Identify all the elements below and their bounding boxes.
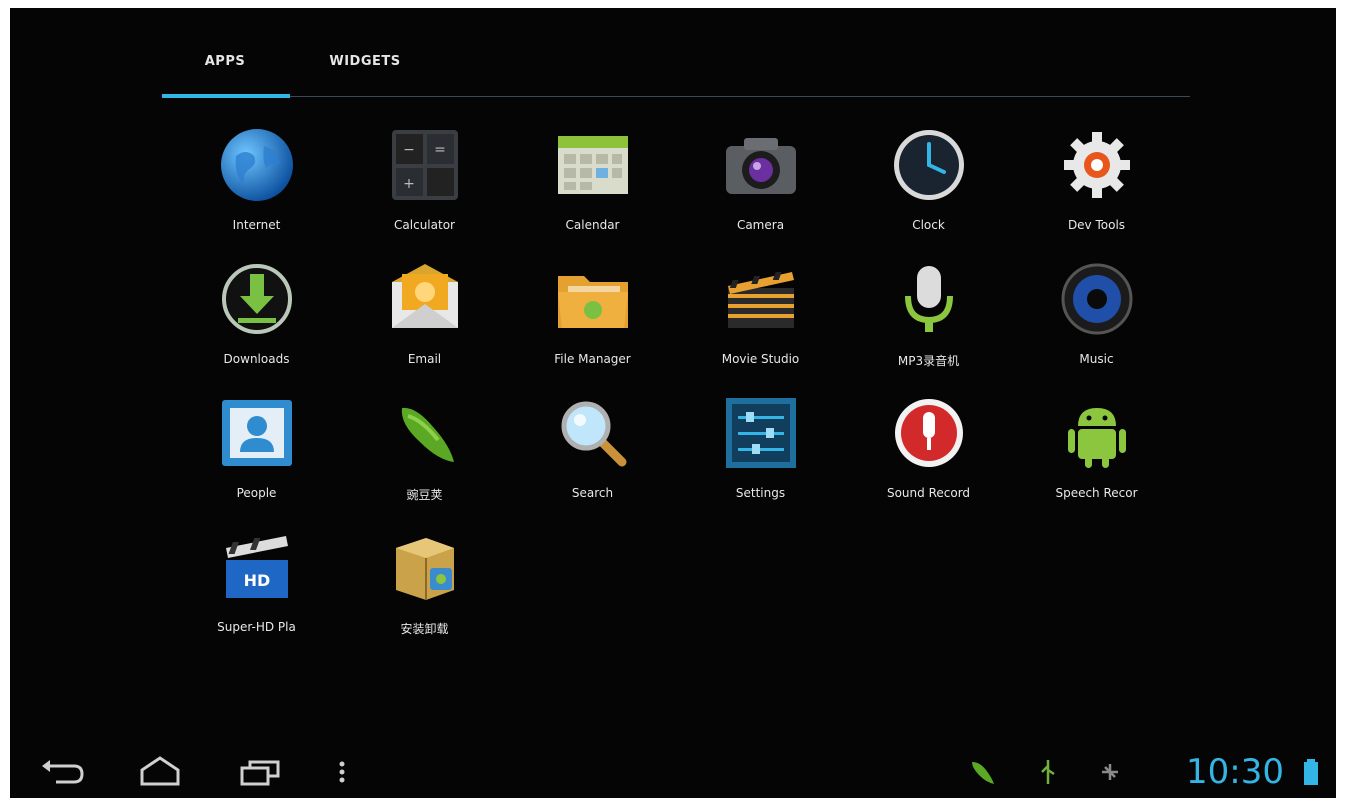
- app-label: Speech Recor: [1055, 486, 1138, 500]
- app-label: Clock: [912, 218, 945, 232]
- svg-text:−: −: [403, 142, 415, 158]
- contacts-icon: [221, 400, 292, 466]
- svg-text:+: +: [403, 176, 415, 192]
- app-label: Internet: [232, 218, 281, 232]
- settings-icon: [725, 398, 796, 468]
- menu-button[interactable]: [330, 754, 354, 790]
- app-settings[interactable]: Settings: [678, 394, 843, 524]
- svg-text:=: =: [434, 142, 446, 158]
- app-label: Camera: [736, 218, 785, 232]
- usb-icon: [1041, 760, 1055, 784]
- camera-icon: [725, 138, 796, 194]
- app-sound-record[interactable]: Sound Record: [846, 394, 1011, 524]
- microphone-icon: [904, 266, 953, 332]
- app-label: Search: [571, 486, 614, 500]
- app-file-manager[interactable]: File Manager: [510, 260, 675, 390]
- video-player-icon: HD: [225, 536, 288, 598]
- app-music[interactable]: Music: [1014, 260, 1179, 390]
- app-clock[interactable]: Clock: [846, 126, 1011, 256]
- package-installer-icon: [395, 538, 454, 600]
- app-label: Calculator: [394, 218, 455, 232]
- app-label: People: [236, 486, 277, 500]
- app-calculator[interactable]: − = + Calculator: [342, 126, 507, 256]
- app-people[interactable]: People: [174, 394, 339, 524]
- email-icon: [391, 264, 458, 328]
- pea-pod-icon: [401, 407, 454, 462]
- download-icon: [221, 264, 292, 334]
- android-robot-icon: [1067, 408, 1126, 468]
- app-dev-tools[interactable]: Dev Tools: [1014, 126, 1179, 256]
- app-label: Downloads: [223, 352, 290, 366]
- app-downloads[interactable]: Downloads: [174, 260, 339, 390]
- tab-apps[interactable]: APPS: [160, 44, 290, 80]
- app-mp3-recorder[interactable]: MP3录音机: [846, 260, 1011, 390]
- app-label: Sound Record: [886, 486, 971, 500]
- app-label: Email: [407, 352, 442, 366]
- app-wandoujia[interactable]: 豌豆荚: [342, 394, 507, 524]
- app-movie-studio[interactable]: Movie Studio: [678, 260, 843, 390]
- app-calendar[interactable]: Calendar: [510, 126, 675, 256]
- app-label: File Manager: [554, 352, 631, 366]
- magnifier-icon: [561, 401, 626, 467]
- svg-text:HD: HD: [243, 571, 270, 590]
- app-label: Settings: [735, 486, 786, 500]
- app-label: 安装卸载: [400, 622, 449, 636]
- sound-recorder-icon: [894, 399, 963, 467]
- app-label: Dev Tools: [1067, 218, 1126, 232]
- app-label: Super-HD Pla: [217, 620, 296, 634]
- film-icon: [727, 272, 794, 328]
- music-speaker-icon: [1061, 263, 1132, 335]
- app-label: MP3录音机: [897, 354, 960, 368]
- globe-icon: [220, 129, 293, 201]
- notification-pea-pod-icon[interactable]: [968, 758, 996, 786]
- app-camera[interactable]: Camera: [678, 126, 843, 256]
- system-navigation-bar: 10:30: [10, 746, 1336, 798]
- debug-icon: [1102, 764, 1118, 780]
- battery-icon: [1304, 759, 1318, 785]
- launcher-screen: APPS WIDGETS Internet − = + Calculator C…: [10, 8, 1336, 798]
- app-speech-recorder[interactable]: Speech Recor: [1014, 394, 1179, 524]
- recent-apps-button[interactable]: [232, 754, 288, 790]
- tab-divider: [162, 96, 1190, 97]
- app-install-uninstall[interactable]: 安装卸载: [342, 528, 507, 658]
- folder-icon: [557, 276, 628, 328]
- gear-icon: [1063, 132, 1130, 198]
- app-super-hd-player[interactable]: HD Super-HD Pla: [174, 528, 339, 658]
- back-button[interactable]: [34, 754, 90, 790]
- app-label: Music: [1079, 352, 1114, 366]
- calendar-icon: [557, 136, 628, 194]
- app-label: 豌豆荚: [406, 488, 443, 502]
- clock-text: 10:30: [1186, 752, 1284, 792]
- home-button[interactable]: [132, 754, 188, 790]
- app-drawer-tabs: APPS WIDGETS: [160, 44, 1190, 104]
- app-search[interactable]: Search: [510, 394, 675, 524]
- app-label: Calendar: [565, 218, 620, 232]
- app-label: Movie Studio: [721, 352, 800, 366]
- app-internet[interactable]: Internet: [174, 126, 339, 256]
- calculator-icon: − = +: [391, 130, 458, 200]
- app-email[interactable]: Email: [342, 260, 507, 390]
- selected-tab-indicator: [162, 94, 290, 98]
- clock-icon: [893, 130, 964, 200]
- tab-widgets[interactable]: WIDGETS: [300, 44, 430, 80]
